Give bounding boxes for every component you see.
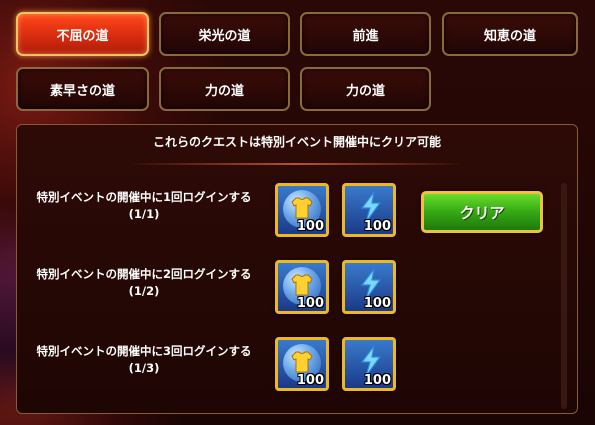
tab-fukutsu[interactable]: 不屈の道 (16, 12, 149, 56)
quest-title: 特別イベントの開催中に1回ログインする (36, 190, 252, 204)
quest-progress: (1/3) (128, 361, 160, 375)
reward-slot[interactable]: 100 (342, 183, 396, 237)
reward-slot[interactable]: 100 (342, 260, 396, 314)
quest-progress: (1/2) (128, 284, 160, 298)
header-divider (127, 163, 467, 165)
reward-amount: 100 (296, 296, 324, 311)
scrollbar[interactable] (561, 183, 567, 409)
quest-panel: これらのクエストは特別イベント開催中にクリア可能 特別イベントの開催中に1回ログ… (16, 124, 578, 414)
claim-button[interactable]: クリア (421, 191, 543, 233)
reward-amount: 100 (363, 296, 391, 311)
quest-progress: (1/1) (128, 207, 160, 221)
panel-header: これらのクエストは特別イベント開催中にクリア可能 (152, 135, 441, 149)
tab-chie[interactable]: 知恵の道 (442, 12, 578, 56)
quest-description: 特別イベントの開催中に1回ログインする (1/1) (29, 189, 259, 223)
reward-slot[interactable]: 100 (275, 260, 329, 314)
reward-amount: 100 (363, 373, 391, 388)
tab-zenshin[interactable]: 前進 (300, 12, 431, 56)
tab-chikara-2[interactable]: 力の道 (300, 67, 431, 111)
tab-subayasa[interactable]: 素早さの道 (16, 67, 149, 111)
tab-chikara-1[interactable]: 力の道 (159, 67, 290, 111)
quest-title: 特別イベントの開催中に2回ログインする (36, 267, 252, 281)
reward-slot[interactable]: 100 (275, 183, 329, 237)
reward-amount: 100 (363, 219, 391, 234)
reward-slot[interactable]: 100 (342, 337, 396, 391)
quest-row: 特別イベントの開催中に2回ログインする (1/2) 100 100 (17, 256, 557, 326)
quest-description: 特別イベントの開催中に2回ログインする (1/2) (29, 266, 259, 300)
tab-eikou[interactable]: 栄光の道 (159, 12, 290, 56)
reward-slot[interactable]: 100 (275, 337, 329, 391)
reward-amount: 100 (296, 373, 324, 388)
quest-row: 特別イベントの開催中に1回ログインする (1/1) 100 100 クリア (17, 179, 557, 249)
quest-description: 特別イベントの開催中に3回ログインする (1/3) (29, 343, 259, 377)
quest-title: 特別イベントの開催中に3回ログインする (36, 344, 252, 358)
reward-amount: 100 (296, 219, 324, 234)
quest-row: 特別イベントの開催中に3回ログインする (1/3) 100 100 (17, 333, 557, 403)
